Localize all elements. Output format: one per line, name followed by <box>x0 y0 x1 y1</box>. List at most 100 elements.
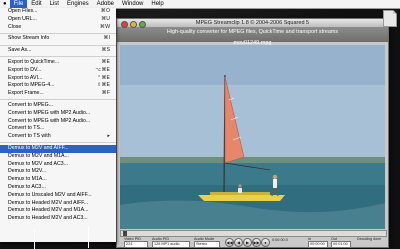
menu-item-shortcut: ⇧⌘E <box>97 82 110 89</box>
file-menu-item[interactable]: Convert to MPEG... <box>0 102 116 110</box>
minimize-window-button[interactable] <box>130 20 137 28</box>
video-pid-select[interactable]: 224 <box>124 241 148 248</box>
menu-item-shortcut: ⌃⌘E <box>97 74 110 81</box>
window-title: MPEG Streamclip 1.8 © 2004-2006 Squared … <box>195 20 310 26</box>
menu-item-label: Export to AVI... <box>8 74 43 81</box>
menu-list[interactable]: List <box>46 0 63 8</box>
timecode-display: 0:00:00:0 <box>271 238 299 243</box>
playhead-handle[interactable] <box>123 231 127 236</box>
file-menu-item[interactable]: Demux to Unscaled M2V and AIFF... <box>0 192 116 200</box>
menu-item-shortcut: ⌘S <box>101 47 110 54</box>
file-menu-item[interactable]: Demux to Headed M2V and M1A... <box>0 207 116 215</box>
file-menu-item[interactable]: Demux to Headed M2V and AC3... <box>0 215 116 223</box>
menu-item-label: Export to DV... <box>8 66 42 73</box>
menu-file[interactable]: File <box>9 0 28 8</box>
menu-item-label: Convert to MPEG with MP2 Audio... <box>8 117 91 124</box>
audio-pid-control: Audio PID 128 MP1 audio <box>152 237 190 248</box>
video-image <box>120 45 385 229</box>
rewind-icon: ◀◀ <box>226 240 233 245</box>
file-menu-item[interactable]: Export to MPEG-4... ⇧⌘E <box>0 82 116 90</box>
menu-item-label: Convert to MPEG... <box>8 101 53 108</box>
menu-separator <box>0 56 116 58</box>
menu-item-label: Demux to Headed M2V and AC3... <box>8 215 88 222</box>
menu-item-label: Demux to M2V and AC3... <box>8 160 68 167</box>
menu-help[interactable]: Help <box>147 0 167 8</box>
file-menu-item[interactable]: Demux to Headed M2V and AIFF... <box>0 200 116 208</box>
player-window: MPEG Streamclip 1.8 © 2004-2006 Squared … <box>116 18 389 248</box>
timeline-scrubber[interactable] <box>120 230 387 237</box>
menu-item-label: Open URL... <box>8 15 37 22</box>
menu-adobe[interactable]: Adobe <box>93 0 118 8</box>
menu-item-label: Demux to AC3... <box>8 183 46 190</box>
timecode-value: 0:00:00:0 <box>272 238 288 242</box>
menu-edit[interactable]: Edit <box>27 0 45 8</box>
menu-item-label: Demux to Headed M2V and AIFF... <box>8 199 89 206</box>
rewind-button[interactable]: ◀◀ <box>225 238 234 247</box>
file-menu-item[interactable]: Show Stream Info ⌘I <box>0 35 116 43</box>
menu-item-label: Export Frame... <box>8 90 44 97</box>
video-frame <box>120 45 385 229</box>
menu-window[interactable]: Window <box>118 0 147 8</box>
file-menu-item[interactable]: Close ⌘W <box>0 24 116 32</box>
close-window-button[interactable] <box>121 20 128 28</box>
status-area: Decoding done <box>357 237 385 241</box>
menu-item-shortcut: ⌥⌘E <box>95 66 110 73</box>
file-menu-item[interactable]: Export to DV... ⌥⌘E <box>0 67 116 75</box>
file-menu-item[interactable]: Export Frame... ⌘F <box>0 90 116 98</box>
menu-item-shortcut: ⌘I <box>103 35 110 42</box>
play-icon: ▶ <box>245 240 250 245</box>
audio-mode-select[interactable]: Stereo <box>194 241 220 248</box>
menu-item-label: Open Files... <box>8 8 38 14</box>
step-back-button[interactable]: ◀ <box>234 238 243 247</box>
file-menu-item[interactable]: Open URL... ⌘U <box>0 16 116 24</box>
mark-icon: ● <box>264 240 267 245</box>
file-menu-item[interactable]: Demux to M2V and AIFF... <box>0 144 116 153</box>
status-text: Decoding done <box>357 237 382 241</box>
file-menu-dropdown: Open Files... ⌘O Open URL... ⌘U Close ⌘W Show … <box>0 8 116 242</box>
step-forward-button[interactable]: ▶▶ <box>252 238 261 247</box>
file-menu-item[interactable]: Convert to TS with ▸ <box>0 133 116 141</box>
desktop-file-icon[interactable] <box>383 10 397 27</box>
file-menu-item[interactable]: Demux to M2V and M1A... <box>0 153 116 161</box>
file-menu-item[interactable]: Convert to MPEG with MP2 Audio... <box>0 110 116 118</box>
menu-item-label: Export to MPEG-4... <box>8 82 55 89</box>
menu-item-shortcut: ⌘U <box>101 15 110 22</box>
file-menu-item[interactable]: Demux to M1A... <box>0 176 116 184</box>
menu-item-shortcut: ▸ <box>107 133 110 140</box>
in-point-control: In 00:00:00 <box>308 237 328 248</box>
out-point-control: Out 00:01:00 <box>331 237 351 248</box>
cursor-line <box>88 226 89 248</box>
menu-engines[interactable]: Engines <box>63 0 93 8</box>
file-menu-item[interactable]: Convert to MPEG with MP2 Audio... <box>0 118 116 126</box>
file-menu-item[interactable]: Export to QuickTime... ⌘E <box>0 59 116 67</box>
out-point-field[interactable]: 00:01:00 <box>331 241 351 248</box>
menu-item-label: Convert to TS... <box>8 125 45 132</box>
in-point-field[interactable]: 00:00:00 <box>308 241 328 248</box>
mark-button[interactable]: ● <box>261 238 270 247</box>
menu-item-label: Save As... <box>8 47 32 54</box>
menu-item-label: Close <box>8 23 22 30</box>
zoom-window-button[interactable] <box>139 20 146 28</box>
file-menu-item[interactable]: Open Files... ⌘O <box>0 8 116 16</box>
video-pid-control: Video PID 224 <box>124 237 148 248</box>
menu-item-shortcut: ⌘F <box>101 90 110 97</box>
file-menu-item[interactable]: Save As... ⌘S <box>0 47 116 55</box>
menu-separator <box>0 44 116 46</box>
menu-separator <box>0 142 116 144</box>
menu-item-label: Demux to Unscaled M2V and AIFF... <box>8 191 92 198</box>
file-menu-item[interactable]: Convert to TS... <box>0 125 116 133</box>
play-button[interactable]: ▶ <box>243 238 252 247</box>
file-menu-item[interactable]: Demux to M2V and AC3... <box>0 161 116 169</box>
file-menu-item[interactable]: Demux to AC3... <box>0 184 116 192</box>
menu-separator <box>0 99 116 101</box>
menu-item-label: Demux to M2V... <box>8 168 47 175</box>
menu-item-shortcut: ⌘W <box>99 23 110 30</box>
audio-mode-control: Audio Mode Stereo <box>194 237 220 248</box>
file-menu-item[interactable]: Demux to M2V... <box>0 168 116 176</box>
apple-menu-icon[interactable]: ● <box>0 0 10 8</box>
menu-item-label: Demux to M2V and M1A... <box>8 152 69 159</box>
file-menu-item[interactable]: Export to AVI... ⌃⌘E <box>0 75 116 83</box>
window-titlebar[interactable]: MPEG Streamclip 1.8 © 2004-2006 Squared … <box>117 19 388 28</box>
audio-pid-select[interactable]: 128 MP1 audio <box>152 241 190 248</box>
menu-item-label: Demux to M2V and AIFF... <box>8 144 69 151</box>
